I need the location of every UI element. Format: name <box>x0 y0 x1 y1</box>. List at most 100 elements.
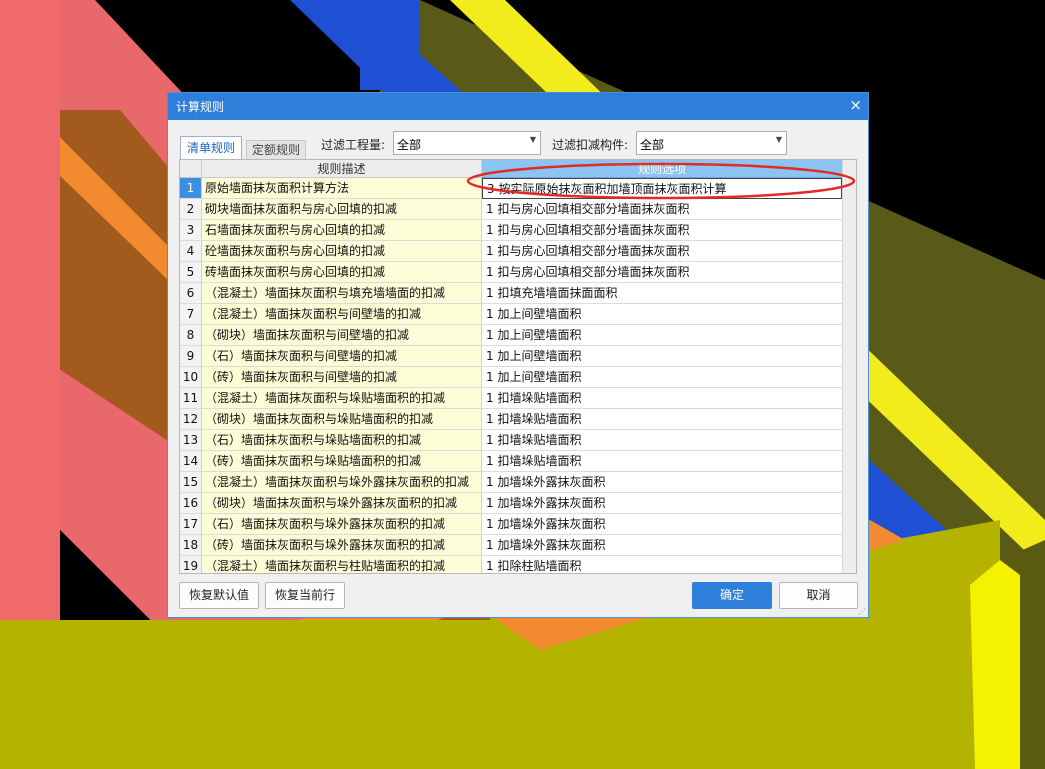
rule-description-cell: （混凝土）墙面抹灰面积与柱贴墙面积的扣减 <box>202 556 482 573</box>
row-number: 5 <box>180 262 202 283</box>
row-number: 10 <box>180 367 202 388</box>
filter-quantity-label: 过滤工程量: <box>321 138 386 152</box>
column-header-rule-desc[interactable]: 规则描述 <box>202 160 482 178</box>
row-number: 17 <box>180 514 202 535</box>
ok-button[interactable]: 确定 <box>692 582 772 609</box>
rule-option-cell[interactable]: 1 扣与房心回填相交部分墙面抹灰面积 <box>482 220 842 241</box>
row-number: 15 <box>180 472 202 493</box>
tab-quota-rules[interactable]: 定额规则 <box>246 140 306 159</box>
rule-description-cell: （石）墙面抹灰面积与垛外露抹灰面积的扣减 <box>202 514 482 535</box>
rule-description-cell: （砌块）墙面抹灰面积与垛贴墙面积的扣减 <box>202 409 482 430</box>
rule-description-cell: 砖墙面抹灰面积与房心回填的扣减 <box>202 262 482 283</box>
table-row[interactable]: 1 原始墙面抹灰面积计算方法 3 按实际原始抹灰面积加墙顶面抹灰面积计算 <box>180 178 842 199</box>
table-row[interactable]: 18 （砖）墙面抹灰面积与垛外露抹灰面积的扣减 1 加墙垛外露抹灰面积 <box>180 535 842 556</box>
rule-option-cell[interactable]: 1 加上间壁墙面积 <box>482 304 842 325</box>
rule-option-cell[interactable]: 1 扣与房心回填相交部分墙面抹灰面积 <box>482 199 842 220</box>
table-row[interactable]: 5 砖墙面抹灰面积与房心回填的扣减 1 扣与房心回填相交部分墙面抹灰面积 <box>180 262 842 283</box>
rule-description-cell: （砌块）墙面抹灰面积与垛外露抹灰面积的扣减 <box>202 493 482 514</box>
rule-option-cell[interactable]: 1 加上间壁墙面积 <box>482 346 842 367</box>
rule-option-cell[interactable]: 1 扣与房心回填相交部分墙面抹灰面积 <box>482 241 842 262</box>
row-number: 19 <box>180 556 202 573</box>
table-row[interactable]: 12 （砌块）墙面抹灰面积与垛贴墙面积的扣减 1 扣墙垛贴墙面积 <box>180 409 842 430</box>
rule-option-cell[interactable]: 1 扣墙垛贴墙面积 <box>482 409 842 430</box>
restore-current-row-button[interactable]: 恢复当前行 <box>265 582 345 609</box>
row-number: 4 <box>180 241 202 262</box>
rule-option-cell[interactable]: 1 扣墙垛贴墙面积 <box>482 388 842 409</box>
table-row[interactable]: 19 （混凝土）墙面抹灰面积与柱贴墙面积的扣减 1 扣除柱贴墙面积 <box>180 556 842 573</box>
row-number: 13 <box>180 430 202 451</box>
table-row[interactable]: 11 （混凝土）墙面抹灰面积与垛贴墙面积的扣减 1 扣墙垛贴墙面积 <box>180 388 842 409</box>
filter-component-select[interactable]: 全部 ▼ <box>636 131 787 155</box>
table-row[interactable]: 15 （混凝土）墙面抹灰面积与垛外露抹灰面积的扣减 1 加墙垛外露抹灰面积 <box>180 472 842 493</box>
filter-quantity-select[interactable]: 全部 ▼ <box>393 131 541 155</box>
filter-quantity-value: 全部 <box>397 138 422 152</box>
rule-description-cell: 砼墙面抹灰面积与房心回填的扣减 <box>202 241 482 262</box>
row-number: 12 <box>180 409 202 430</box>
table-row[interactable]: 8 （砌块）墙面抹灰面积与间壁墙的扣减 1 加上间壁墙面积 <box>180 325 842 346</box>
table-corner-header <box>180 160 202 178</box>
chevron-down-icon: ▼ <box>775 135 782 144</box>
table-row[interactable]: 4 砼墙面抹灰面积与房心回填的扣减 1 扣与房心回填相交部分墙面抹灰面积 <box>180 241 842 262</box>
row-number: 8 <box>180 325 202 346</box>
calculation-rules-dialog: 计算规则 × 清单规则 定额规则 过滤工程量: 全部 ▼ 过滤扣减构件: 全部 … <box>167 92 869 618</box>
rule-description-cell: 砌块墙面抹灰面积与房心回填的扣减 <box>202 199 482 220</box>
rule-option-cell[interactable]: 1 加墙垛外露抹灰面积 <box>482 493 842 514</box>
table-row[interactable]: 3 石墙面抹灰面积与房心回填的扣减 1 扣与房心回填相交部分墙面抹灰面积 <box>180 220 842 241</box>
rule-option-cell[interactable]: 1 扣除柱贴墙面积 <box>482 556 842 573</box>
dialog-title: 计算规则 <box>176 100 225 114</box>
restore-default-button[interactable]: 恢复默认值 <box>179 582 259 609</box>
table-row[interactable]: 14 （砖）墙面抹灰面积与垛贴墙面积的扣减 1 扣墙垛贴墙面积 <box>180 451 842 472</box>
table-row[interactable]: 2 砌块墙面抹灰面积与房心回填的扣减 1 扣与房心回填相交部分墙面抹灰面积 <box>180 199 842 220</box>
row-number: 9 <box>180 346 202 367</box>
rule-option-cell[interactable]: 1 加墙垛外露抹灰面积 <box>482 514 842 535</box>
table-row[interactable]: 17 （石）墙面抹灰面积与垛外露抹灰面积的扣减 1 加墙垛外露抹灰面积 <box>180 514 842 535</box>
close-icon[interactable]: × <box>849 96 862 114</box>
rule-description-cell: （砌块）墙面抹灰面积与间壁墙的扣减 <box>202 325 482 346</box>
rule-option-cell[interactable]: 3 按实际原始抹灰面积加墙顶面抹灰面积计算 <box>482 178 842 199</box>
rule-description-cell: （石）墙面抹灰面积与垛贴墙面积的扣减 <box>202 430 482 451</box>
rule-description-cell: （混凝土）墙面抹灰面积与间壁墙的扣减 <box>202 304 482 325</box>
rule-option-cell[interactable]: 1 加墙垛外露抹灰面积 <box>482 535 842 556</box>
rule-description-cell: （混凝土）墙面抹灰面积与垛外露抹灰面积的扣减 <box>202 472 482 493</box>
row-number: 7 <box>180 304 202 325</box>
rule-description-cell: 石墙面抹灰面积与房心回填的扣减 <box>202 220 482 241</box>
table-row[interactable]: 16 （砌块）墙面抹灰面积与垛外露抹灰面积的扣减 1 加墙垛外露抹灰面积 <box>180 493 842 514</box>
rule-option-cell[interactable]: 1 加上间壁墙面积 <box>482 367 842 388</box>
row-number: 11 <box>180 388 202 409</box>
table-row[interactable]: 7 （混凝土）墙面抹灰面积与间壁墙的扣减 1 加上间壁墙面积 <box>180 304 842 325</box>
row-number: 2 <box>180 199 202 220</box>
filter-component-value: 全部 <box>640 138 665 152</box>
rule-option-cell[interactable]: 1 扣墙垛贴墙面积 <box>482 430 842 451</box>
rule-option-cell[interactable]: 1 扣与房心回填相交部分墙面抹灰面积 <box>482 262 842 283</box>
table-row[interactable]: 6 （混凝土）墙面抹灰面积与填充墙墙面的扣减 1 扣填充墙墙面抹面面积 <box>180 283 842 304</box>
rule-description-cell: （砖）墙面抹灰面积与垛外露抹灰面积的扣减 <box>202 535 482 556</box>
row-number: 18 <box>180 535 202 556</box>
row-number: 16 <box>180 493 202 514</box>
rule-option-cell[interactable]: 1 扣填充墙墙面抹面面积 <box>482 283 842 304</box>
rule-option-cell[interactable]: 1 扣墙垛贴墙面积 <box>482 451 842 472</box>
filter-component-label: 过滤扣减构件: <box>552 138 629 152</box>
table-row[interactable]: 10 （砖）墙面抹灰面积与间壁墙的扣减 1 加上间壁墙面积 <box>180 367 842 388</box>
chevron-down-icon: ▼ <box>529 135 536 144</box>
table-row[interactable]: 13 （石）墙面抹灰面积与垛贴墙面积的扣减 1 扣墙垛贴墙面积 <box>180 430 842 451</box>
rule-description-cell: （砖）墙面抹灰面积与垛贴墙面积的扣减 <box>202 451 482 472</box>
rule-option-cell[interactable]: 1 加墙垛外露抹灰面积 <box>482 472 842 493</box>
row-number: 14 <box>180 451 202 472</box>
rule-description-cell: （石）墙面抹灰面积与间壁墙的扣减 <box>202 346 482 367</box>
column-header-rule-option[interactable]: 规则选项 <box>482 160 842 178</box>
rule-description-cell: （砖）墙面抹灰面积与间壁墙的扣减 <box>202 367 482 388</box>
table-row[interactable]: 9 （石）墙面抹灰面积与间壁墙的扣减 1 加上间壁墙面积 <box>180 346 842 367</box>
dialog-title-bar[interactable]: 计算规则 × <box>168 93 868 120</box>
row-number: 1 <box>180 178 202 199</box>
row-number: 6 <box>180 283 202 304</box>
rule-description-cell: 原始墙面抹灰面积计算方法 <box>202 178 482 199</box>
rule-description-cell: （混凝土）墙面抹灰面积与垛贴墙面积的扣减 <box>202 388 482 409</box>
resize-grip-icon[interactable]: ⋰ <box>858 607 866 616</box>
cancel-button[interactable]: 取消 <box>779 582 858 609</box>
tab-bill-rules[interactable]: 清单规则 <box>180 136 242 159</box>
rule-option-cell[interactable]: 1 加上间壁墙面积 <box>482 325 842 346</box>
rules-table: 规则描述 规则选项 1 原始墙面抹灰面积计算方法 3 按实际原始抹灰面积加墙顶面抹灰… <box>179 159 857 574</box>
vertical-scrollbar[interactable] <box>842 160 856 573</box>
row-number: 3 <box>180 220 202 241</box>
rule-description-cell: （混凝土）墙面抹灰面积与填充墙墙面的扣减 <box>202 283 482 304</box>
